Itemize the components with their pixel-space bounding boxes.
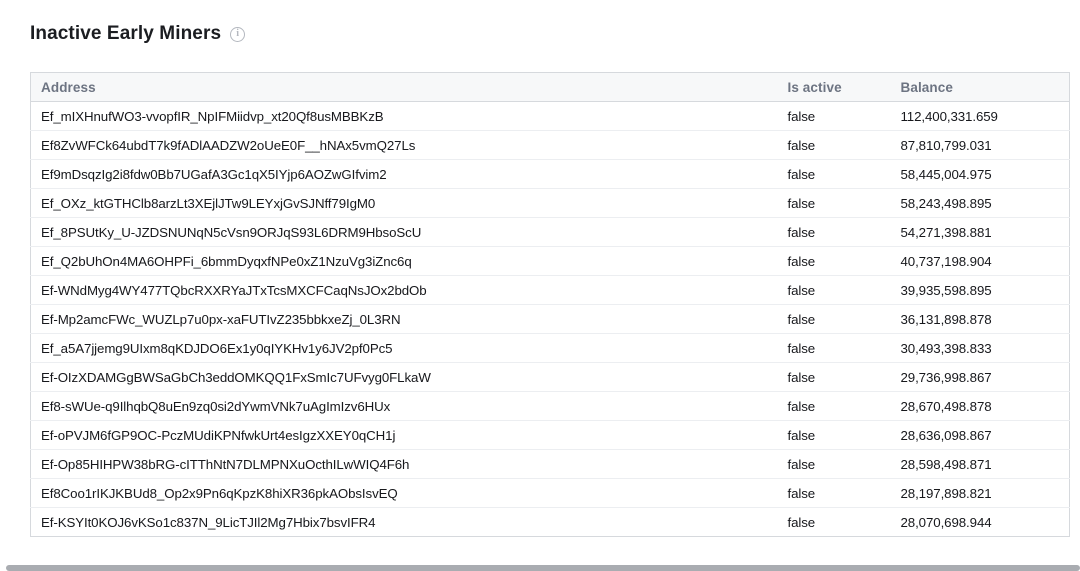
balance-cell: 28,636,098.867 bbox=[891, 421, 1070, 450]
miners-table-body: Ef_mIXHnufWO3-vvopfIR_NpIFMiidvp_xt20Qf8… bbox=[31, 102, 1070, 537]
table-row: Ef_8PSUtKy_U-JZDSNUNqN5cVsn9ORJqS93L6DRM… bbox=[31, 218, 1070, 247]
address-cell: Ef8-sWUe-q9IlhqbQ8uEn9zq0si2dYwmVNk7uAgI… bbox=[31, 392, 778, 421]
table-row: Ef_a5A7jjemg9UIxm8qKDJDO6Ex1y0qIYKHv1y6J… bbox=[31, 334, 1070, 363]
balance-cell: 54,271,398.881 bbox=[891, 218, 1070, 247]
address-cell: Ef8Coo1rIKJKBUd8_Op2x9Pn6qKpzK8hiXR36pkA… bbox=[31, 479, 778, 508]
address-cell: Ef-WNdMyg4WY477TQbcRXXRYaJTxTcsMXCFCaqNs… bbox=[31, 276, 778, 305]
balance-cell: 30,493,398.833 bbox=[891, 334, 1070, 363]
address-cell: Ef-Mp2amcFWc_WUZLp7u0px-xaFUTIvZ235bbkxe… bbox=[31, 305, 778, 334]
balance-cell: 39,935,598.895 bbox=[891, 276, 1070, 305]
page-title: Inactive Early Miners bbox=[30, 22, 221, 46]
is-active-cell: false bbox=[778, 218, 891, 247]
balance-cell: 28,670,498.878 bbox=[891, 392, 1070, 421]
balance-cell: 28,197,898.821 bbox=[891, 479, 1070, 508]
is-active-cell: false bbox=[778, 363, 891, 392]
is-active-cell: false bbox=[778, 131, 891, 160]
table-row: Ef_OXz_ktGTHClb8arzLt3XEjlJTw9LEYxjGvSJN… bbox=[31, 189, 1070, 218]
balance-cell: 28,070,698.944 bbox=[891, 508, 1070, 537]
balance-cell: 58,445,004.975 bbox=[891, 160, 1070, 189]
miners-table: Address Is active Balance Ef_mIXHnufWO3-… bbox=[30, 72, 1070, 537]
table-row: Ef-Op85HIHPW38bRG-cITThNtN7DLMPNXuOcthIL… bbox=[31, 450, 1070, 479]
address-cell: Ef_mIXHnufWO3-vvopfIR_NpIFMiidvp_xt20Qf8… bbox=[31, 102, 778, 131]
info-icon[interactable]: i bbox=[230, 27, 245, 42]
address-cell: Ef8ZvWFCk64ubdT7k9fADlAADZW2oUeE0F__hNAx… bbox=[31, 131, 778, 160]
column-header-address: Address bbox=[31, 73, 778, 102]
address-cell: Ef-KSYIt0KOJ6vKSo1c837N_9LicTJIl2Mg7Hbix… bbox=[31, 508, 778, 537]
address-cell: Ef_8PSUtKy_U-JZDSNUNqN5cVsn9ORJqS93L6DRM… bbox=[31, 218, 778, 247]
is-active-cell: false bbox=[778, 247, 891, 276]
address-cell: Ef-oPVJM6fGP9OC-PczMUdiKPNfwkUrt4esIgzXX… bbox=[31, 421, 778, 450]
section-header: Inactive Early Miners i bbox=[30, 22, 1069, 46]
is-active-cell: false bbox=[778, 334, 891, 363]
balance-cell: 28,598,498.871 bbox=[891, 450, 1070, 479]
balance-cell: 87,810,799.031 bbox=[891, 131, 1070, 160]
table-row: Ef8ZvWFCk64ubdT7k9fADlAADZW2oUeE0F__hNAx… bbox=[31, 131, 1070, 160]
is-active-cell: false bbox=[778, 189, 891, 218]
is-active-cell: false bbox=[778, 479, 891, 508]
is-active-cell: false bbox=[778, 102, 891, 131]
balance-cell: 58,243,498.895 bbox=[891, 189, 1070, 218]
address-cell: Ef_a5A7jjemg9UIxm8qKDJDO6Ex1y0qIYKHv1y6J… bbox=[31, 334, 778, 363]
miners-table-header: Address Is active Balance bbox=[31, 73, 1070, 102]
address-cell: Ef_Q2bUhOn4MA6OHPFi_6bmmDyqxfNPe0xZ1NzuV… bbox=[31, 247, 778, 276]
is-active-cell: false bbox=[778, 305, 891, 334]
column-header-balance: Balance bbox=[891, 73, 1070, 102]
is-active-cell: false bbox=[778, 450, 891, 479]
table-row: Ef-oPVJM6fGP9OC-PczMUdiKPNfwkUrt4esIgzXX… bbox=[31, 421, 1070, 450]
address-cell: Ef_OXz_ktGTHClb8arzLt3XEjlJTw9LEYxjGvSJN… bbox=[31, 189, 778, 218]
table-row: Ef8Coo1rIKJKBUd8_Op2x9Pn6qKpzK8hiXR36pkA… bbox=[31, 479, 1070, 508]
balance-cell: 112,400,331.659 bbox=[891, 102, 1070, 131]
is-active-cell: false bbox=[778, 508, 891, 537]
is-active-cell: false bbox=[778, 276, 891, 305]
inactive-early-miners-section: Inactive Early Miners i Address Is activ… bbox=[0, 0, 1080, 537]
address-cell: Ef9mDsqzIg2i8fdw0Bb7UGafA3Gc1qX5IYjp6AOZ… bbox=[31, 160, 778, 189]
table-row: Ef_mIXHnufWO3-vvopfIR_NpIFMiidvp_xt20Qf8… bbox=[31, 102, 1070, 131]
is-active-cell: false bbox=[778, 421, 891, 450]
table-row: Ef8-sWUe-q9IlhqbQ8uEn9zq0si2dYwmVNk7uAgI… bbox=[31, 392, 1070, 421]
balance-cell: 29,736,998.867 bbox=[891, 363, 1070, 392]
is-active-cell: false bbox=[778, 392, 891, 421]
is-active-cell: false bbox=[778, 160, 891, 189]
column-header-is-active: Is active bbox=[778, 73, 891, 102]
table-row: Ef-KSYIt0KOJ6vKSo1c837N_9LicTJIl2Mg7Hbix… bbox=[31, 508, 1070, 537]
balance-cell: 40,737,198.904 bbox=[891, 247, 1070, 276]
table-row: Ef-OIzXDAMGgBWSaGbCh3eddOMKQQ1FxSmIc7UFv… bbox=[31, 363, 1070, 392]
horizontal-scrollbar[interactable] bbox=[6, 565, 1080, 571]
address-cell: Ef-Op85HIHPW38bRG-cITThNtN7DLMPNXuOcthIL… bbox=[31, 450, 778, 479]
table-row: Ef_Q2bUhOn4MA6OHPFi_6bmmDyqxfNPe0xZ1NzuV… bbox=[31, 247, 1070, 276]
balance-cell: 36,131,898.878 bbox=[891, 305, 1070, 334]
table-row: Ef9mDsqzIg2i8fdw0Bb7UGafA3Gc1qX5IYjp6AOZ… bbox=[31, 160, 1070, 189]
address-cell: Ef-OIzXDAMGgBWSaGbCh3eddOMKQQ1FxSmIc7UFv… bbox=[31, 363, 778, 392]
table-row: Ef-WNdMyg4WY477TQbcRXXRYaJTxTcsMXCFCaqNs… bbox=[31, 276, 1070, 305]
table-row: Ef-Mp2amcFWc_WUZLp7u0px-xaFUTIvZ235bbkxe… bbox=[31, 305, 1070, 334]
